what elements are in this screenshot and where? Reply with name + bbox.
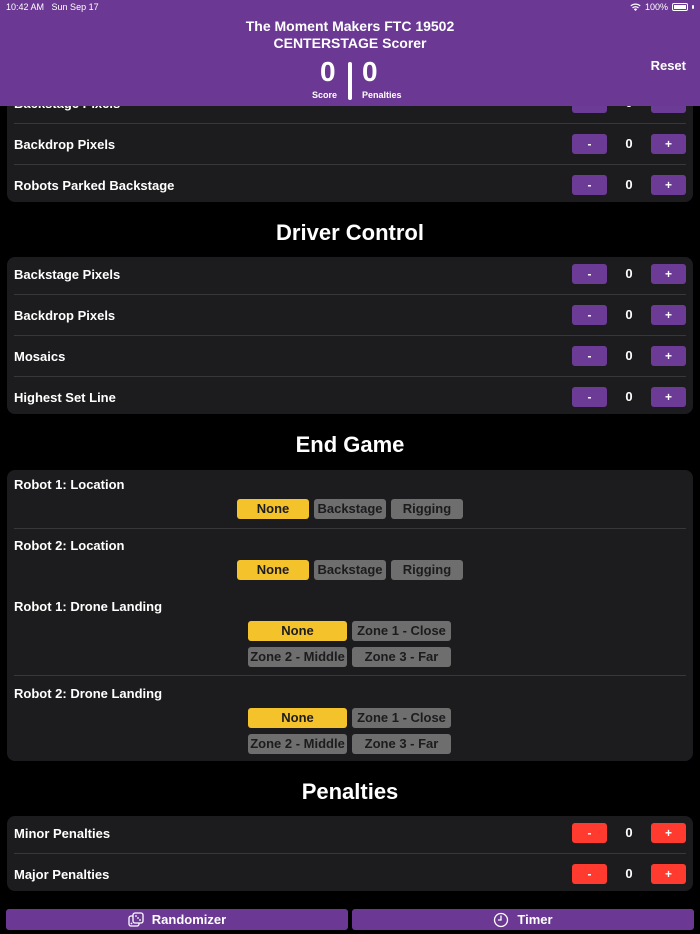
robot1-location-group: Robot 1: Location None Backstage Rigging [7,470,693,529]
increment-button[interactable]: + [651,305,686,325]
penalties-value: 0 [362,56,378,87]
driver-row-highest-set-line: Highest Set Line - 0 + [7,377,693,418]
driver-row-backdrop-pixels: Backdrop Pixels - 0 + [7,295,693,336]
row-label: Robots Parked Backstage [14,178,175,193]
driver-row-backstage-pixels: Backstage Pixels - 0 + [7,254,693,295]
backstage-pixels-stepper: - 0 + [572,264,686,284]
minor-penalties-stepper: - 0 + [572,823,686,843]
status-bar-right: 100% [630,2,694,12]
timer-label: Timer [517,912,553,927]
battery-icon [672,3,688,11]
increment-button[interactable]: + [651,823,686,843]
row-label: Major Penalties [14,867,110,882]
reset-button[interactable]: Reset [651,58,686,73]
stepper-value: 0 [625,177,633,192]
increment-button[interactable]: + [651,387,686,407]
block-bg [7,470,693,529]
robot2-location-option-backstage[interactable]: Backstage [314,560,386,580]
status-date: Sun Sep 17 [51,2,99,12]
stepper-value: 0 [625,825,633,840]
battery-nub [692,5,694,9]
penalty-row-major: Major Penalties - 0 + [7,854,693,895]
row-label: Highest Set Line [14,390,116,405]
divider [14,675,686,676]
increment-button[interactable]: + [651,264,686,284]
status-bar-left: 10:42 AM Sun Sep 17 [6,2,99,12]
autonomous-row-backdrop-pixels: Backdrop Pixels - 0 + [7,124,693,165]
decrement-button[interactable]: - [572,134,607,154]
app-subtitle: CENTERSTAGE Scorer [273,35,427,51]
backdrop-pixels-stepper: - 0 + [572,305,686,325]
decrement-button[interactable]: - [572,264,607,284]
scroll-content[interactable]: Backstage Pixels - 0 + Backdrop Pixels -… [0,0,700,934]
increment-button[interactable]: + [651,134,686,154]
divider [14,528,686,529]
robot2-location-group: Robot 2: Location None Backstage Rigging [7,531,693,590]
penalty-row-minor: Minor Penalties - 0 + [7,813,693,854]
robot2-drone-option-zone3[interactable]: Zone 3 - Far [352,734,451,754]
stepper-value: 0 [625,389,633,404]
end-game-card: Robot 1: Location None Backstage Rigging… [7,470,693,761]
decrement-button[interactable]: - [572,175,607,195]
stepper-value: 0 [625,866,633,881]
robot2-location-option-none[interactable]: None [237,560,309,580]
major-penalties-stepper: - 0 + [572,864,686,884]
robot2-drone-group: Robot 2: Drone Landing None Zone 1 - Clo… [7,679,693,763]
dice-icon [128,911,144,927]
mosaics-stepper: - 0 + [572,346,686,366]
robot2-drone-option-zone2[interactable]: Zone 2 - Middle [248,734,347,754]
robot2-location-label: Robot 2: Location [14,538,125,553]
increment-button[interactable]: + [651,346,686,366]
score-label: Score [312,90,338,100]
row-label: Backdrop Pixels [14,308,116,323]
robot1-drone-group: Robot 1: Drone Landing None Zone 1 - Clo… [7,592,693,676]
penalties-card: Minor Penalties - 0 + Major Penalties - … [7,816,693,891]
score-header: 10:42 AM Sun Sep 17 100% The Moment Make… [0,0,700,106]
stepper-value: 0 [625,348,633,363]
block-bg [7,592,693,676]
decrement-button[interactable]: - [572,387,607,407]
randomizer-button[interactable]: Randomizer [6,909,348,930]
decrement-button[interactable]: - [572,305,607,325]
row-label: Backstage Pixels [14,267,121,282]
app-title: The Moment Makers FTC 19502 [245,18,455,34]
robots-parked-stepper: - 0 + [572,175,686,195]
decrement-button[interactable]: - [572,823,607,843]
driver-row-mosaics: Mosaics - 0 + [7,336,693,377]
timer-button[interactable]: Timer [352,909,694,930]
increment-button[interactable]: + [651,175,686,195]
score-value: 0 [320,56,336,87]
highest-set-line-stepper: - 0 + [572,387,686,407]
stepper-value: 0 [625,266,633,281]
penalties-label: Penalties [362,90,402,100]
driver-control-title: Driver Control [276,220,424,245]
robot2-location-option-rigging[interactable]: Rigging [391,560,463,580]
score-divider [348,62,352,100]
row-label: Minor Penalties [14,826,111,841]
backdrop-pixels-stepper: - 0 + [572,134,686,154]
robot2-drone-option-zone1[interactable]: Zone 1 - Close [352,708,451,728]
increment-button[interactable]: + [651,864,686,884]
penalties-title: Penalties [301,779,399,804]
battery-percent: 100% [644,2,668,12]
status-time: 10:42 AM [6,2,45,12]
end-game-title: End Game [295,432,405,457]
randomizer-label: Randomizer [151,912,227,927]
driver-control-card: Backstage Pixels - 0 + Backdrop Pixels -… [7,257,693,414]
autonomous-row-robots-parked: Robots Parked Backstage - 0 + [7,165,693,206]
decrement-button[interactable]: - [572,864,607,884]
row-label: Backdrop Pixels [14,137,116,152]
clock-icon [494,912,509,927]
row-label: Mosaics [14,349,66,364]
decrement-button[interactable]: - [572,346,607,366]
stepper-value: 0 [625,136,633,151]
robot2-drone-option-none[interactable]: None [248,708,347,728]
stepper-value: 0 [625,307,633,322]
wifi-icon [630,3,641,11]
robot2-drone-label: Robot 2: Drone Landing [14,686,163,701]
